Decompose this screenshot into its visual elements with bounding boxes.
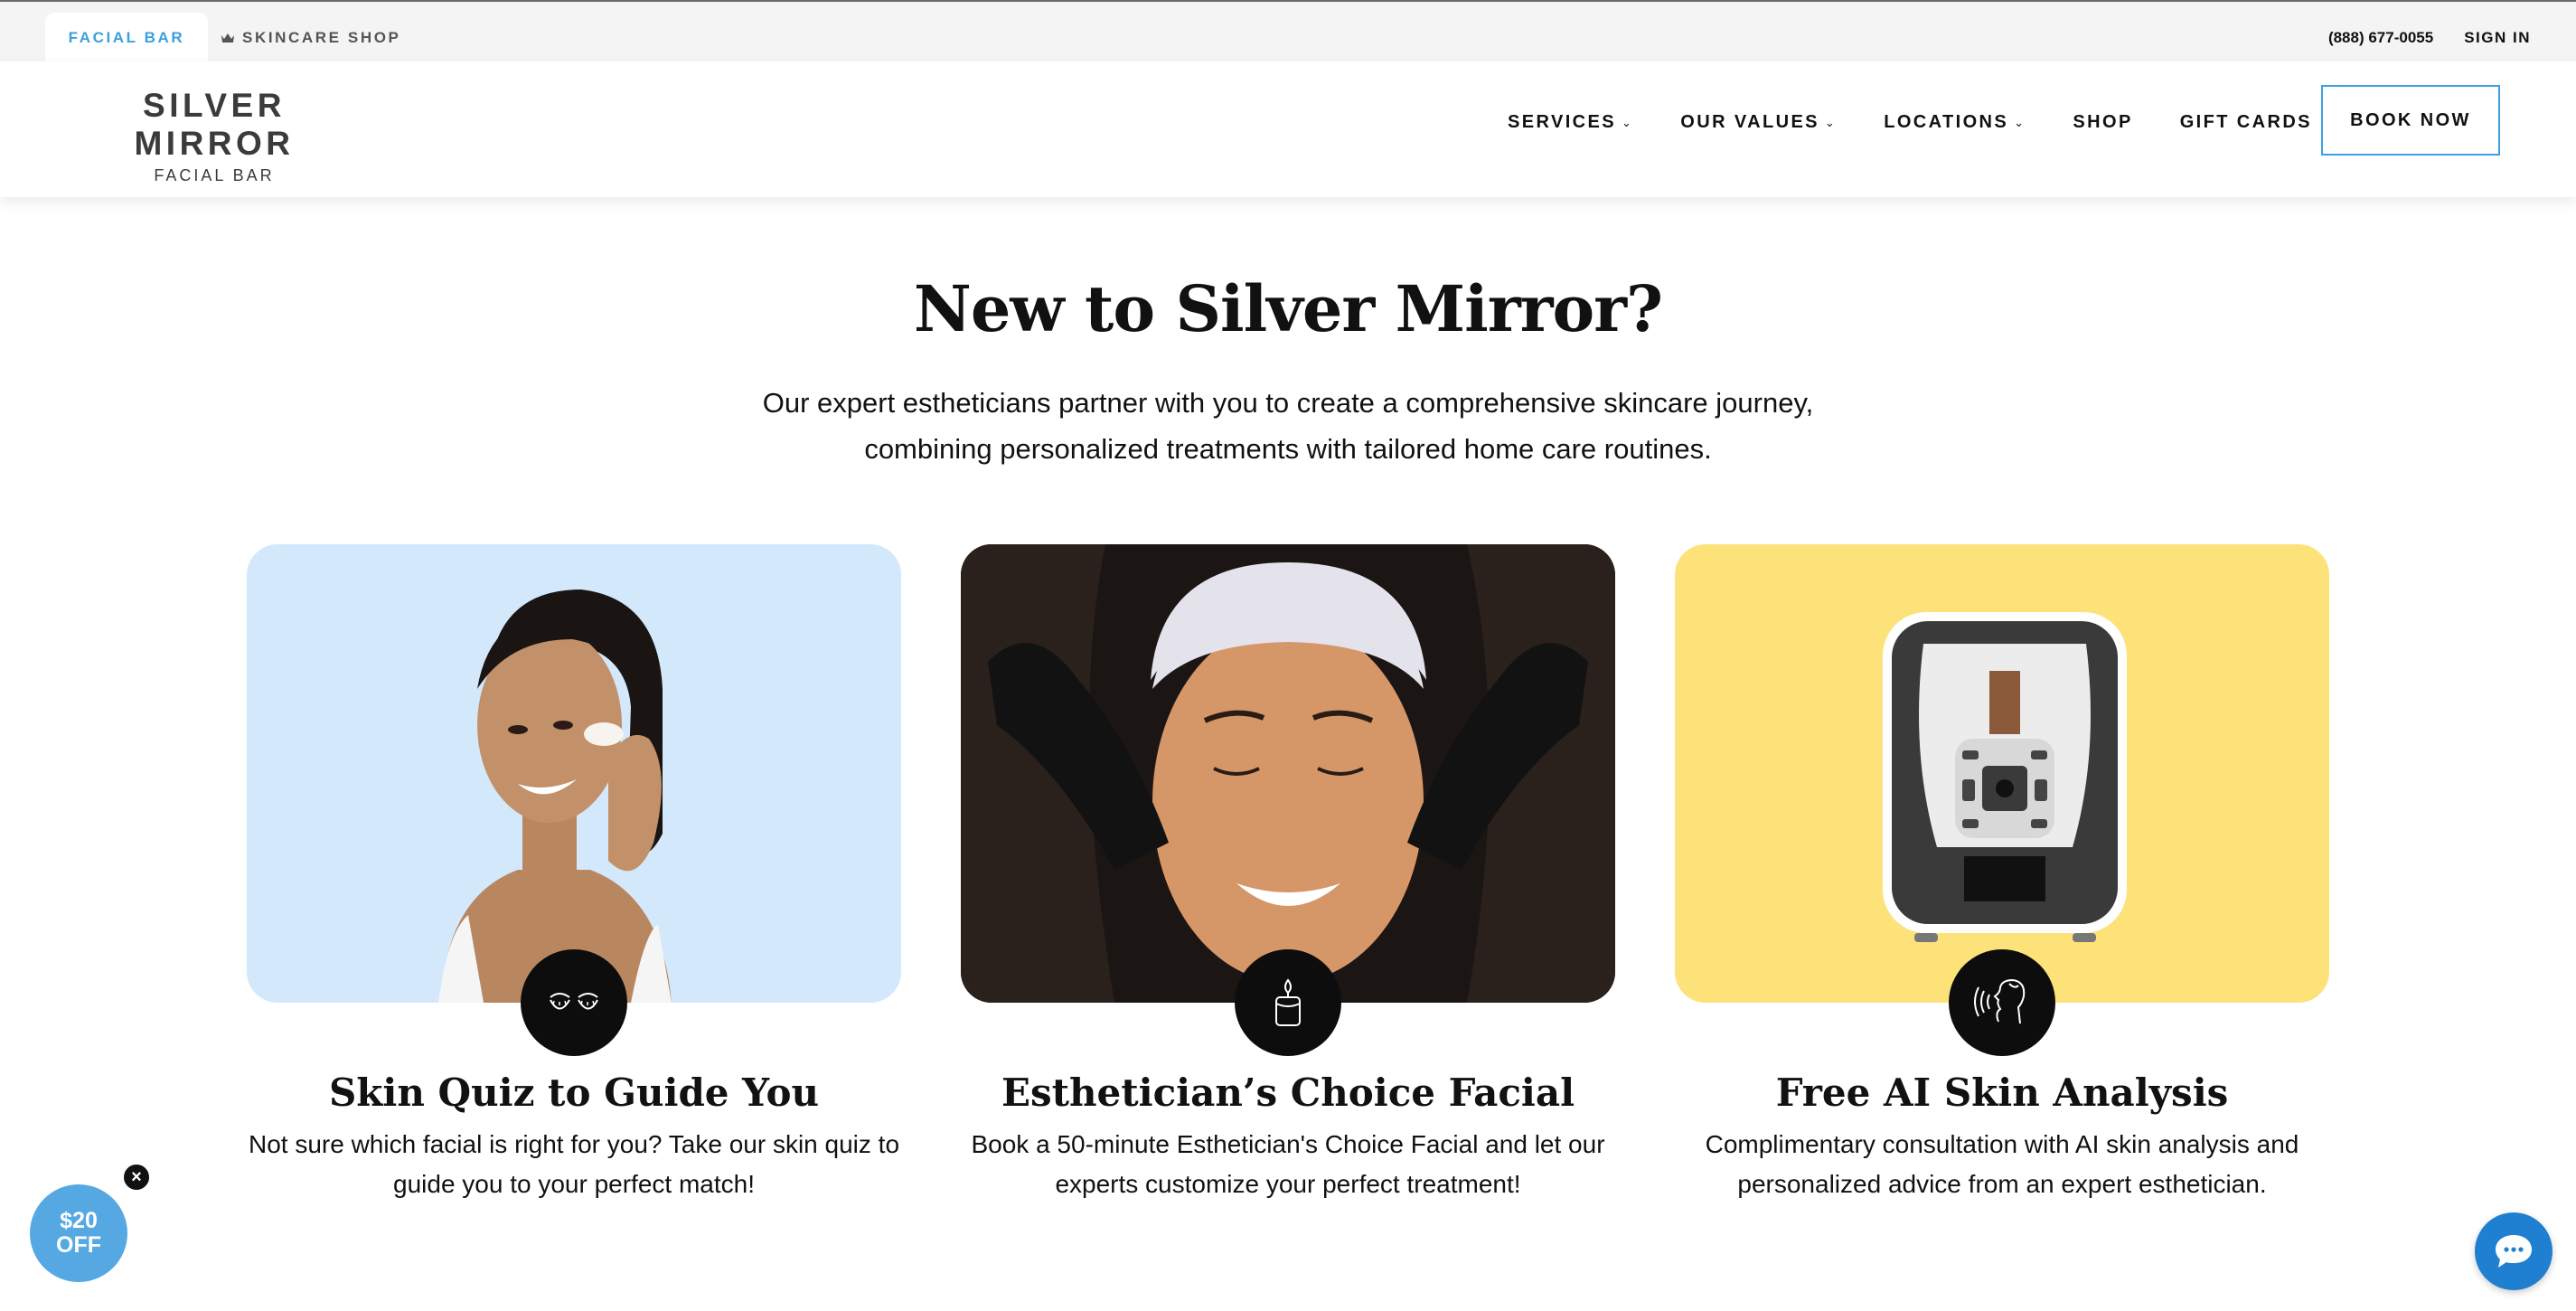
skin-quiz-image [247, 544, 901, 1003]
esthetician-choice-image [961, 544, 1615, 1003]
book-now-button[interactable]: BOOK NOW [2321, 85, 2500, 156]
card-title-esthetician-choice[interactable]: Esthetician’s Choice Facial [961, 1070, 1615, 1115]
card-title-skin-quiz[interactable]: Skin Quiz to Guide You [247, 1070, 901, 1115]
eye-patches-badge [521, 949, 627, 1056]
main-nav: SERVICES ⌄ OUR VALUES ⌄ LOCATIONS ⌄ SHOP… [1508, 61, 2359, 184]
page-title: New to Silver Mirror? [913, 271, 1663, 346]
discount-promo-button[interactable]: $20 OFF [30, 1184, 127, 1282]
nav-services-label: SERVICES [1508, 112, 1616, 132]
utility-links: (888) 677-0055 SIGN IN [2328, 13, 2531, 63]
utility-bar: FACIAL BAR SKINCARE SHOP (888) 677-0055 … [0, 0, 2576, 63]
card-ai-skin-analysis[interactable] [1675, 544, 2329, 1003]
nav-our-values[interactable]: OUR VALUES ⌄ [1680, 112, 1837, 133]
nav-locations[interactable]: LOCATIONS ⌄ [1884, 112, 2026, 133]
tab-skincare-shop[interactable]: SKINCARE SHOP [221, 13, 401, 63]
chevron-down-icon: ⌄ [1824, 115, 1838, 129]
nav-services[interactable]: SERVICES ⌄ [1508, 112, 1633, 133]
skin-analysis-device-illustration [1675, 544, 2329, 1003]
eye-patches-icon [550, 993, 598, 1010]
crown-icon [221, 33, 234, 42]
chevron-down-icon: ⌄ [1621, 115, 1634, 129]
chat-button[interactable] [2475, 1212, 2552, 1290]
candle-badge [1235, 949, 1341, 1056]
face-scan-icon [1974, 978, 2026, 1024]
nav-gift-cards-label: GIFT CARDS [2179, 112, 2312, 132]
facial-treatment-illustration [961, 544, 1615, 1003]
woman-applying-cream-illustration [247, 544, 901, 1003]
card-description-skin-quiz: Not sure which facial is right for you? … [248, 1130, 900, 1198]
close-icon[interactable]: × [121, 1162, 152, 1193]
card-title-ai-skin-analysis[interactable]: Free AI Skin Analysis [1675, 1070, 2329, 1115]
nav-gift-cards[interactable]: GIFT CARDS [2180, 112, 2312, 133]
nav-locations-label: LOCATIONS [1884, 112, 2009, 132]
promo-amount: $20 [60, 1208, 98, 1233]
promo-label: OFF [56, 1232, 101, 1258]
nav-our-values-label: OUR VALUES [1680, 112, 1819, 132]
site-header: SILVER MIRROR FACIAL BAR SERVICES ⌄ OUR … [0, 61, 2576, 197]
chevron-down-icon: ⌄ [2014, 115, 2026, 129]
candle-icon [1275, 978, 1301, 1026]
sign-in-link[interactable]: SIGN IN [2464, 29, 2531, 47]
phone-link[interactable]: (888) 677-0055 [2328, 29, 2433, 47]
card-description-ai-skin-analysis: Complimentary consultation with AI skin … [1705, 1130, 2299, 1198]
logo-sub-text: FACIAL BAR [154, 166, 275, 184]
tab-skincare-shop-label: SKINCARE SHOP [242, 29, 401, 46]
card-esthetician-choice[interactable] [961, 544, 1615, 1003]
chat-bubble-icon [2496, 1235, 2532, 1268]
hero-description: Our expert estheticians partner with you… [762, 387, 1814, 465]
card-description-esthetician-choice: Book a 50-minute Esthetician's Choice Fa… [971, 1130, 1605, 1198]
card-skin-quiz[interactable] [247, 544, 901, 1003]
tab-facial-bar[interactable]: FACIAL BAR [45, 13, 208, 63]
logo[interactable]: SILVER MIRROR FACIAL BAR [74, 87, 354, 185]
nav-shop[interactable]: SHOP [2073, 112, 2132, 133]
face-scan-badge [1949, 949, 2055, 1056]
nav-shop-label: SHOP [2073, 112, 2133, 132]
ai-skin-analysis-image [1675, 544, 2329, 1003]
logo-main-text: SILVER MIRROR [134, 87, 295, 162]
